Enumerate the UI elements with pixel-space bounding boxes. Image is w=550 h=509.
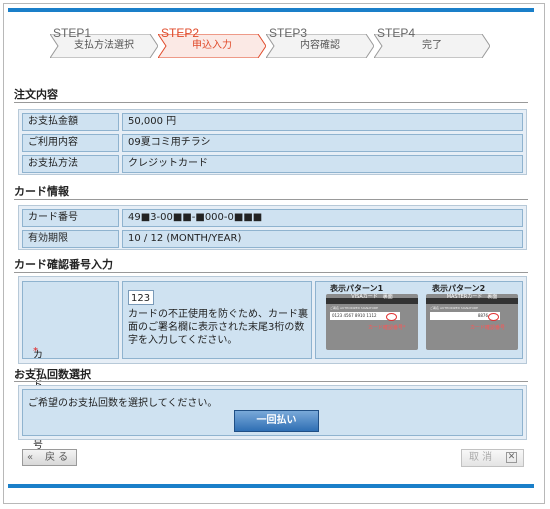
- cancel-button[interactable]: 取 消 ✕: [461, 449, 524, 467]
- single-payment-button[interactable]: 一回払い: [234, 410, 319, 432]
- top-accent-bar: [8, 8, 534, 12]
- order-panel: お支払金額 50,000 円 ご利用内容 09夏コミ用チラシ お支払方法 クレジ…: [18, 109, 527, 175]
- required-mark: *: [33, 346, 38, 357]
- order-method-label: お支払方法: [22, 155, 119, 173]
- back-button-label: 戻 る: [45, 452, 69, 463]
- step-2: STEP2 申込入力: [158, 26, 266, 58]
- back-button[interactable]: « 戻 る: [22, 449, 77, 466]
- cvv-callout-label: カード確認番号*: [368, 325, 406, 331]
- signature-label: ご署名 AUTHORIZED SIGNATURE: [430, 306, 479, 310]
- order-content-label: ご利用内容: [22, 134, 119, 152]
- order-amount-value: 50,000 円: [122, 113, 523, 131]
- master-card-back-image: MASTERカード 裏面 ご署名 AUTHORIZED SIGNATURE 88…: [426, 294, 518, 350]
- order-method-value: クレジットカード: [122, 155, 523, 173]
- card-panel: カード番号 49■3-00■■-■000-0■■■ 有効期限 10 / 12 (…: [18, 205, 527, 250]
- signature-label: ご署名 AUTHORIZED SIGNATURE: [330, 306, 379, 310]
- cvv-highlight-circle: [386, 313, 397, 321]
- step-2-label: 申込入力: [192, 40, 232, 51]
- card-expiry-label: 有効期限: [22, 230, 119, 248]
- step-1-label: 支払方法選択: [74, 40, 134, 51]
- card-brand-label: VISAカード 裏面: [351, 294, 393, 300]
- step-progress: STEP1 支払方法選択 STEP2 申込入力 STEP3 内容確認 STEP4…: [50, 24, 510, 64]
- installments-section-title: お支払回数選択: [14, 368, 91, 381]
- step-1: STEP1 支払方法選択: [50, 26, 158, 58]
- order-section-title: 注文内容: [14, 88, 58, 101]
- step-3: STEP3 内容確認: [266, 26, 374, 58]
- cvv-highlight-circle: [488, 313, 499, 321]
- cvv-input[interactable]: 123: [128, 290, 154, 305]
- cvv-note: カードの不正使用を防ぐため、カード裏面のご署名欄に表示された末尾3桁の数字を入力…: [128, 309, 308, 346]
- bottom-accent-bar: [8, 484, 534, 488]
- visa-card-back-image: VISAカード 裏面 ご署名 AUTHORIZED SIGNATURE 0123…: [326, 294, 418, 350]
- cvv-example-cell: 表示パターン1 VISAカード 裏面 ご署名 AUTHORIZED SIGNAT…: [315, 281, 523, 359]
- order-content-value: 09夏コミ用チラシ: [122, 134, 523, 152]
- card-expiry-value: 10 / 12 (MONTH/YEAR): [122, 230, 523, 248]
- cvv-section-title: カード確認番号入力: [14, 258, 113, 271]
- cancel-button-label: 取 消: [469, 452, 493, 463]
- installments-prompt: ご希望のお支払回数を選択してください。: [28, 398, 218, 409]
- card-brand-label: MASTERカード 裏面: [446, 294, 498, 300]
- card-section-title: カード情報: [14, 185, 69, 198]
- installments-panel: ご希望のお支払回数を選択してください。 一回払い: [18, 385, 527, 440]
- step-4-label: 完了: [422, 40, 442, 51]
- card-number-label: カード番号: [22, 209, 119, 227]
- cvv-label-cell: カード確認番号 *: [22, 281, 119, 451]
- cvv-section-divider: [14, 272, 528, 273]
- card-number-value: 49■3-00■■-■000-0■■■: [122, 209, 523, 227]
- cvv-panel: カード確認番号 * 123 カードの不正使用を防ぐため、カード裏面のご署名欄に表…: [18, 276, 527, 451]
- installments-section-divider: [14, 381, 528, 382]
- cvv-input-cell: 123 カードの不正使用を防ぐため、カード裏面のご署名欄に表示された末尾3桁の数…: [122, 281, 312, 359]
- installments-cell: ご希望のお支払回数を選択してください。 一回払い: [22, 389, 523, 436]
- double-chevron-left-icon: «: [27, 452, 34, 463]
- step-3-label: 内容確認: [300, 40, 340, 51]
- close-icon: ✕: [506, 452, 517, 463]
- order-section-divider: [14, 102, 528, 103]
- order-amount-label: お支払金額: [22, 113, 119, 131]
- cvv-callout-label: カード確認番号: [470, 325, 506, 331]
- card-section-divider: [14, 199, 528, 200]
- step-4: STEP4 完了: [374, 26, 490, 58]
